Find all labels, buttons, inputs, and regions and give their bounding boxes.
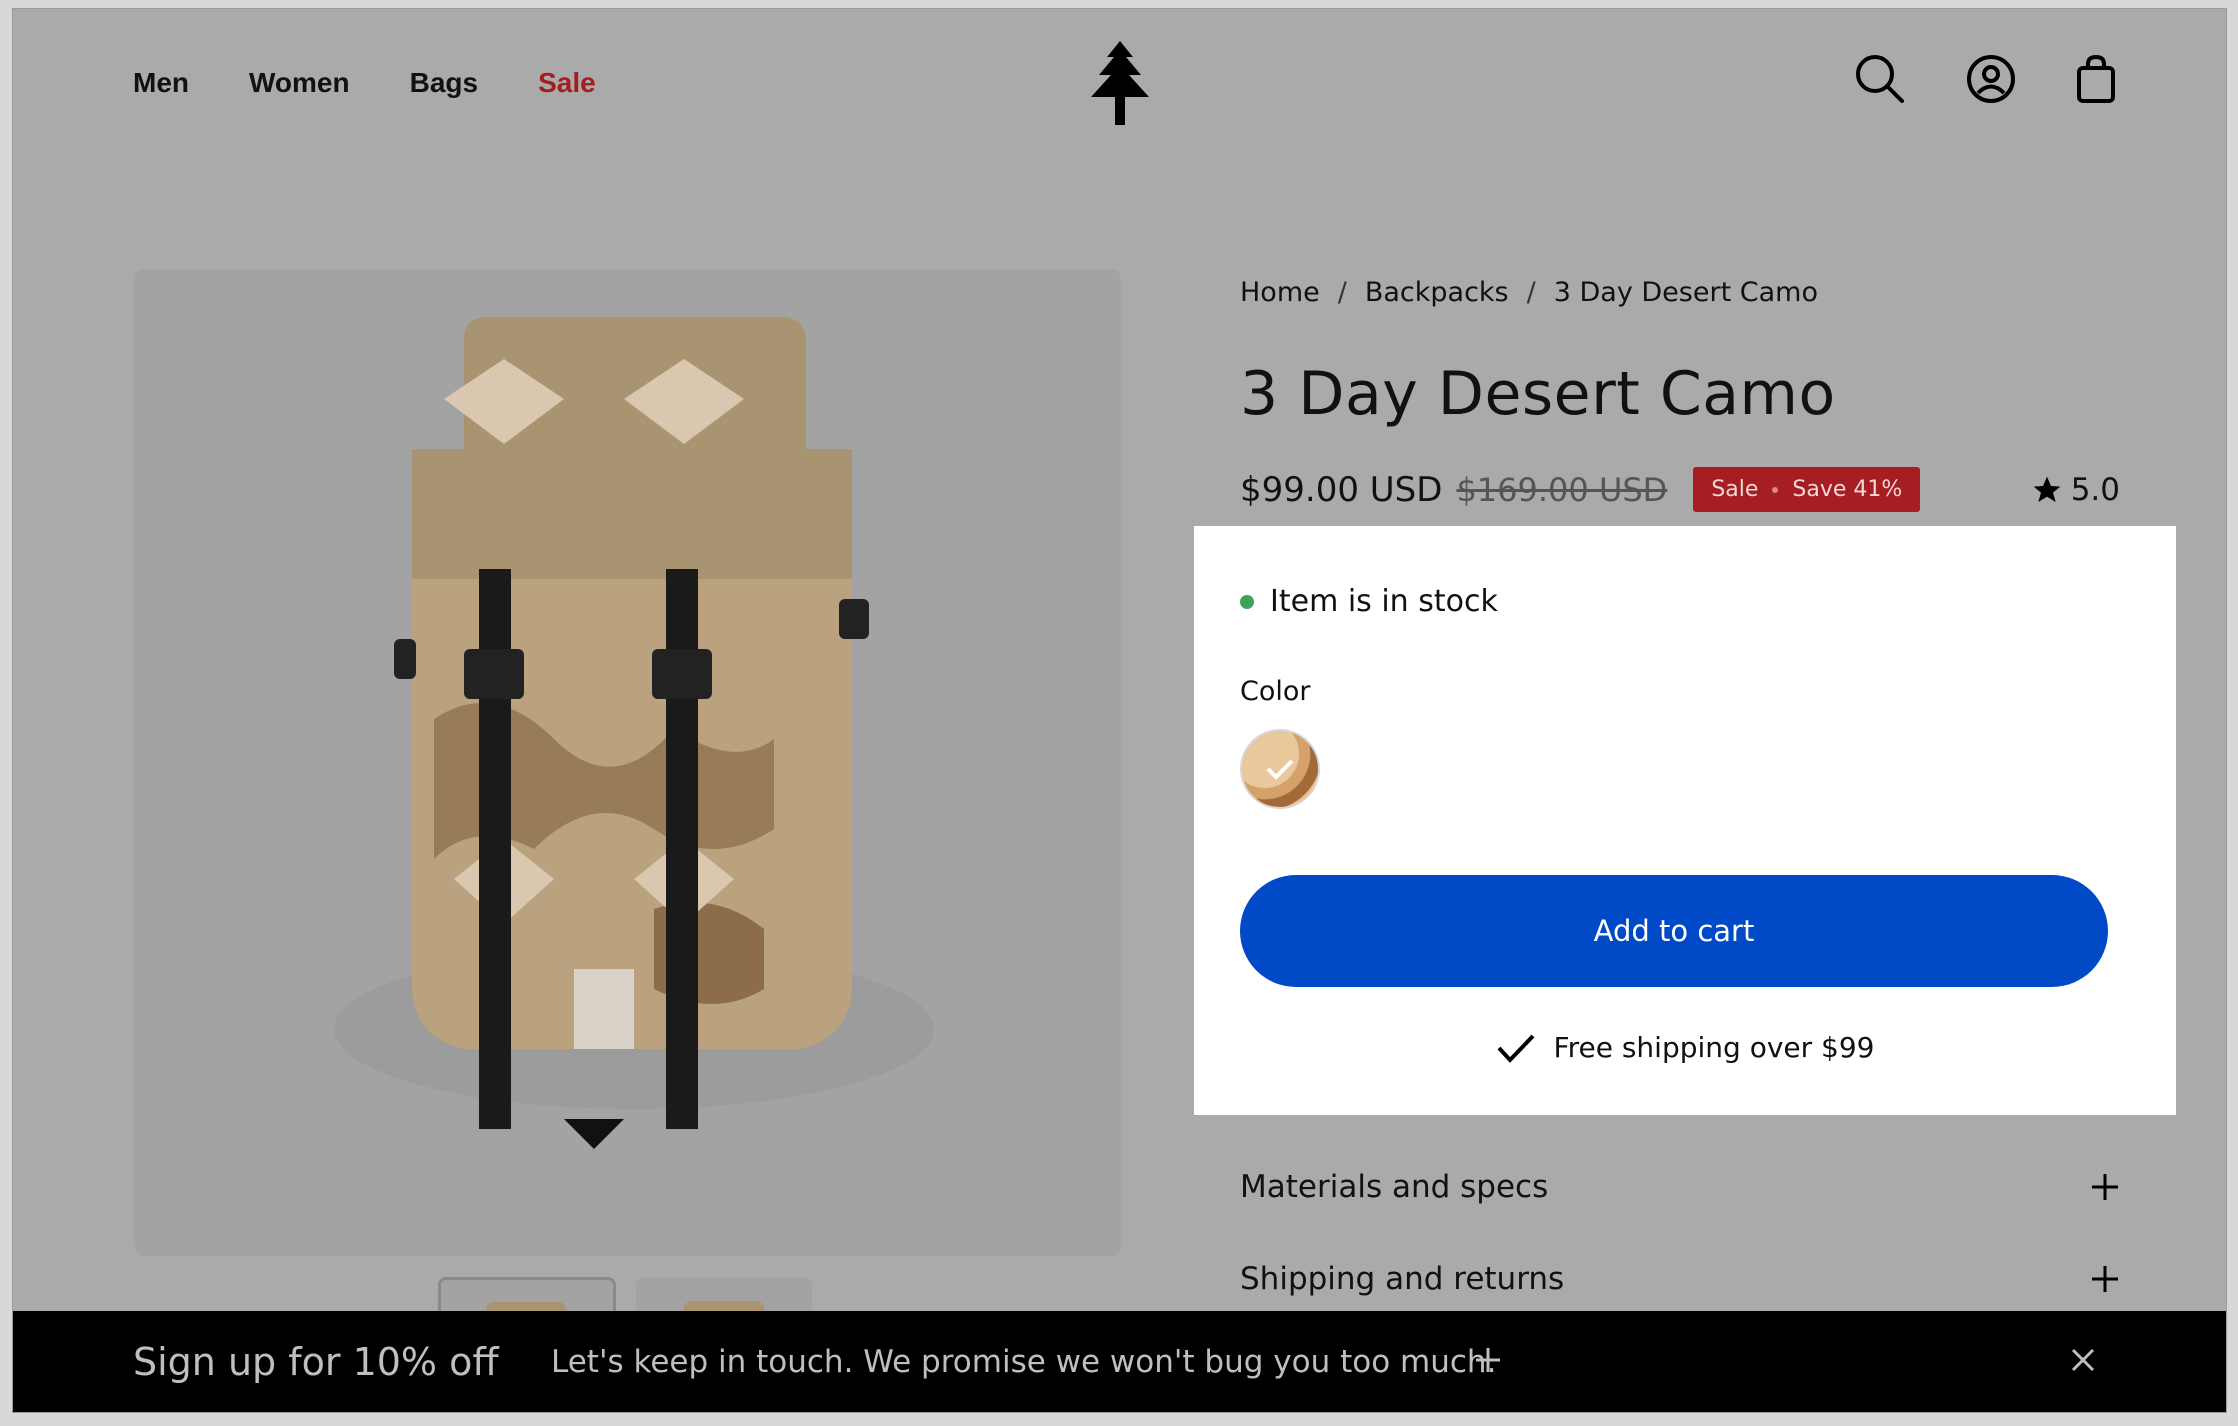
checkmark-icon	[1497, 1034, 1534, 1063]
search-icon[interactable]	[1854, 53, 1906, 105]
plus-icon	[2092, 1174, 2118, 1200]
price-row: $99.00 USD $169.00 USD Sale Save 41% 5.0	[1240, 467, 2120, 512]
compare-price: $169.00 USD	[1456, 470, 1668, 509]
accordion-materials[interactable]: Materials and specs	[1240, 1169, 2120, 1205]
sale-price: $99.00 USD	[1240, 469, 1443, 510]
tree-logo-icon[interactable]	[1085, 41, 1155, 125]
star-icon	[2033, 476, 2061, 502]
breadcrumb-current: 3 Day Desert Camo	[1553, 277, 1818, 308]
product-image[interactable]	[134, 269, 1121, 1256]
accordion-label: Materials and specs	[1240, 1169, 1549, 1205]
shipping-note: Free shipping over $99	[1194, 1031, 2176, 1064]
nav-sale[interactable]: Sale	[538, 67, 596, 99]
promo-title[interactable]: Sign up for 10% off	[133, 1340, 499, 1384]
breadcrumb-separator: /	[1337, 277, 1347, 308]
promo-message: Let's keep in touch. We promise we won't…	[551, 1343, 1497, 1380]
promo-bar: Sign up for 10% off Let's keep in touch.…	[13, 1311, 2226, 1412]
page-frame: Men Women Bags Sale Home / Backpacks / 3…	[12, 8, 2227, 1413]
sale-badge: Sale Save 41%	[1693, 467, 1921, 512]
rating-value: 5.0	[2070, 471, 2120, 508]
cart-icon[interactable]	[2076, 54, 2116, 104]
badge-dot	[1772, 486, 1779, 493]
stock-status: Item is in stock	[1240, 584, 1498, 619]
breadcrumb: Home / Backpacks / 3 Day Desert Camo	[1240, 277, 1818, 308]
header-icons	[1854, 53, 2116, 105]
stock-dot-icon	[1240, 594, 1254, 609]
purchase-panel: Item is in stock Color Add to cart Free …	[1194, 526, 2176, 1115]
product-title: 3 Day Desert Camo	[1240, 359, 1836, 429]
add-to-cart-button[interactable]: Add to cart	[1240, 875, 2108, 987]
color-label: Color	[1240, 676, 1311, 707]
breadcrumb-home[interactable]: Home	[1240, 277, 1320, 308]
account-icon[interactable]	[1966, 54, 2016, 104]
nav-bags[interactable]: Bags	[410, 67, 478, 99]
color-swatch[interactable]	[1240, 729, 1320, 809]
plus-icon	[2092, 1266, 2118, 1292]
check-icon	[1266, 759, 1294, 780]
badge-save-label: Save 41%	[1792, 477, 1903, 502]
nav-women[interactable]: Women	[249, 67, 350, 99]
breadcrumb-separator: /	[1526, 277, 1536, 308]
main-nav: Men Women Bags Sale	[133, 67, 596, 99]
shipping-text: Free shipping over $99	[1553, 1031, 1875, 1064]
close-icon[interactable]	[2070, 1347, 2096, 1377]
accordion-label: Shipping and returns	[1240, 1261, 1565, 1297]
badge-sale-label: Sale	[1711, 477, 1759, 502]
accordion-shipping[interactable]: Shipping and returns	[1240, 1261, 2120, 1297]
expand-icon[interactable]	[1473, 1345, 1503, 1379]
stock-text: Item is in stock	[1270, 584, 1498, 619]
nav-men[interactable]: Men	[133, 67, 189, 99]
breadcrumb-backpacks[interactable]: Backpacks	[1365, 277, 1509, 308]
rating[interactable]: 5.0	[2031, 472, 2120, 508]
